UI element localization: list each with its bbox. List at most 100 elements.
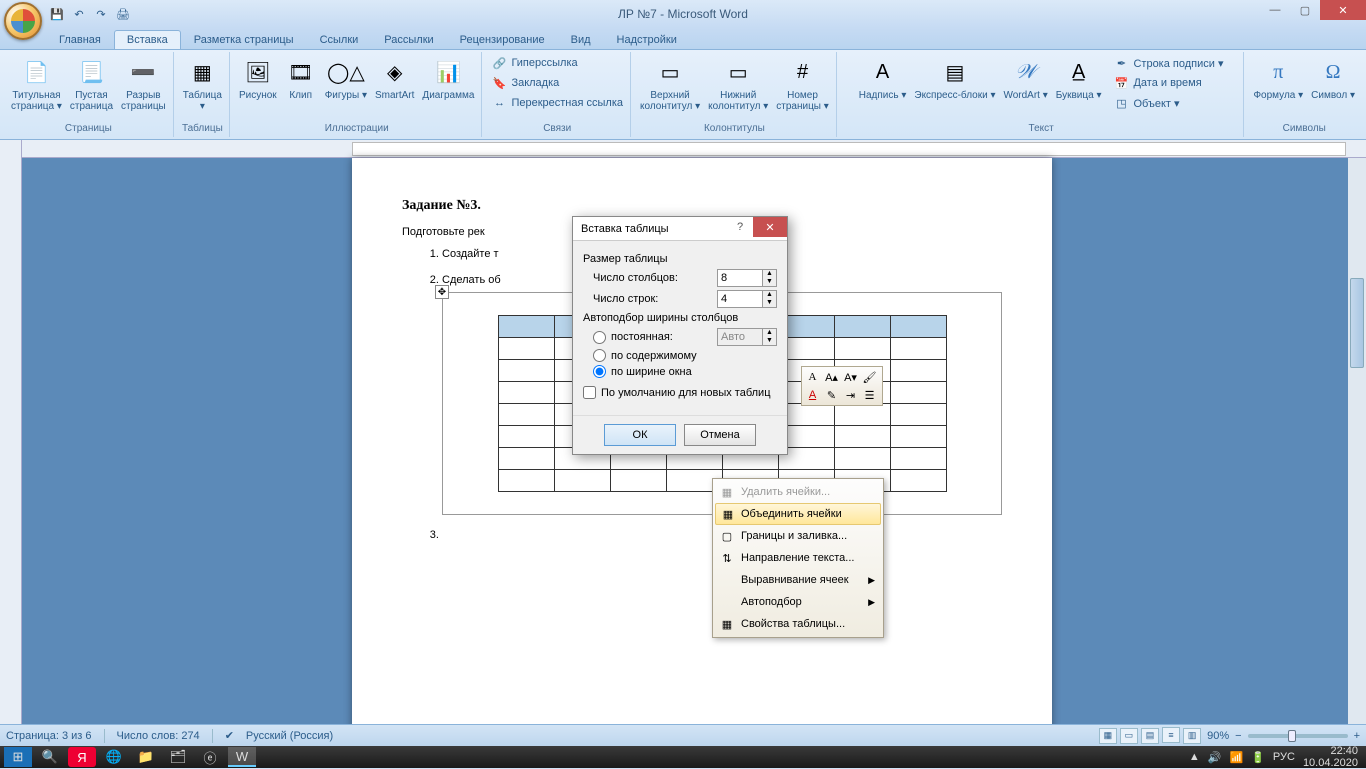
scrollbar-thumb[interactable] xyxy=(1350,278,1364,368)
font-icon[interactable]: A xyxy=(804,369,821,385)
ok-button[interactable]: ОК xyxy=(604,424,676,446)
ctx-text-direction[interactable]: ⇅Направление текста... xyxy=(715,547,881,569)
print-layout-icon[interactable]: ▦ xyxy=(1099,728,1117,744)
zoom-slider[interactable] xyxy=(1248,734,1348,738)
columns-spinner[interactable]: ▲▼ xyxy=(717,269,777,287)
ctx-merge-cells[interactable]: ▦Объединить ячейки xyxy=(715,503,881,525)
wordart-button[interactable]: 𝒲WordArt ▾ xyxy=(1000,54,1050,103)
table-button[interactable]: ▦Таблица ▾ xyxy=(180,54,225,114)
zoom-level[interactable]: 90% xyxy=(1207,730,1229,742)
radio-content-input[interactable] xyxy=(593,349,606,362)
spin-up-icon[interactable]: ▲ xyxy=(762,270,776,278)
ie-icon[interactable]: ⓔ xyxy=(196,747,224,767)
radio-window-input[interactable] xyxy=(593,365,606,378)
zoom-in-icon[interactable]: + xyxy=(1354,730,1360,742)
smartart-button[interactable]: ◈SmartArt xyxy=(372,54,417,103)
save-icon[interactable]: 💾 xyxy=(48,5,66,23)
radio-content[interactable]: по содержимому xyxy=(593,349,777,362)
dialog-help-button[interactable]: ? xyxy=(727,217,753,237)
picture-button[interactable]: 🖼Рисунок xyxy=(236,54,280,103)
vertical-scrollbar[interactable] xyxy=(1348,158,1366,746)
indent-icon[interactable]: ⇥ xyxy=(842,387,859,403)
language-indicator[interactable]: РУС xyxy=(1273,751,1295,763)
footer-button[interactable]: ▭Нижний колонтитул ▾ xyxy=(705,54,771,114)
word-taskbar-icon[interactable]: W xyxy=(228,747,256,767)
search-button[interactable]: 🔍 xyxy=(36,747,64,767)
spin-down-icon[interactable]: ▼ xyxy=(762,299,776,307)
highlight-icon[interactable]: ✎ xyxy=(823,387,840,403)
draft-icon[interactable]: ▥ xyxy=(1183,728,1201,744)
spellcheck-icon[interactable]: ✔ xyxy=(225,729,234,742)
quickparts-button[interactable]: ▤Экспресс-блоки ▾ xyxy=(911,54,998,103)
outline-icon[interactable]: ≡ xyxy=(1162,727,1180,743)
blank-page-button[interactable]: 📃Пустая страница xyxy=(67,54,116,114)
web-layout-icon[interactable]: ▤ xyxy=(1141,728,1159,744)
signature-button[interactable]: ✒Строка подписи ▾ xyxy=(1110,54,1226,72)
rows-input[interactable] xyxy=(718,293,762,305)
cancel-button[interactable]: Отмена xyxy=(684,424,756,446)
hyperlink-button[interactable]: 🔗Гиперссылка xyxy=(488,54,580,72)
maximize-button[interactable]: ▢ xyxy=(1290,0,1320,20)
remember-check[interactable]: По умолчанию для новых таблиц xyxy=(583,386,777,399)
battery-icon[interactable]: 🔋 xyxy=(1251,751,1265,764)
ctx-borders[interactable]: ▢Границы и заливка... xyxy=(715,525,881,547)
chrome-icon[interactable]: 🌐 xyxy=(100,747,128,767)
tab-review[interactable]: Рецензирование xyxy=(447,30,558,49)
office-button[interactable] xyxy=(4,2,42,40)
vertical-ruler[interactable] xyxy=(0,140,22,746)
datetime-button[interactable]: 📅Дата и время xyxy=(1110,74,1226,92)
page-break-button[interactable]: ➖Разрыв страницы xyxy=(118,54,169,114)
format-painter-icon[interactable]: 🖌 xyxy=(861,369,878,385)
close-button[interactable]: ✕ xyxy=(1320,0,1366,20)
tab-layout[interactable]: Разметка страницы xyxy=(181,30,307,49)
zoom-out-icon[interactable]: − xyxy=(1235,730,1241,742)
crossref-button[interactable]: ↔Перекрестная ссылка xyxy=(488,94,626,112)
equation-button[interactable]: πФормула ▾ xyxy=(1250,54,1306,103)
spin-down-icon[interactable]: ▼ xyxy=(762,278,776,286)
pagenum-button[interactable]: #Номер страницы ▾ xyxy=(773,54,832,114)
grow-font-icon[interactable]: A▴ xyxy=(823,369,840,385)
start-button[interactable]: ⊞ xyxy=(4,747,32,767)
redo-icon[interactable]: ↷ xyxy=(92,5,110,23)
ctx-table-props[interactable]: ▦Свойства таблицы... xyxy=(715,613,881,635)
rows-spinner[interactable]: ▲▼ xyxy=(717,290,777,308)
tab-home[interactable]: Главная xyxy=(46,30,114,49)
symbol-button[interactable]: ΩСимвол ▾ xyxy=(1308,54,1358,103)
radio-window[interactable]: по ширине окна xyxy=(593,365,777,378)
horizontal-ruler[interactable] xyxy=(22,140,1366,158)
dialog-title-bar[interactable]: Вставка таблицы ? ✕ xyxy=(573,217,787,241)
bookmark-button[interactable]: 🔖Закладка xyxy=(488,74,562,92)
ctx-cell-align[interactable]: Выравнивание ячеек▶ xyxy=(715,569,881,591)
remember-checkbox[interactable] xyxy=(583,386,596,399)
shrink-font-icon[interactable]: A▾ xyxy=(842,369,859,385)
volume-icon[interactable]: 🔊 xyxy=(1208,751,1222,764)
cover-page-button[interactable]: 📄Титульная страница ▾ xyxy=(8,54,65,114)
radio-fixed-input[interactable] xyxy=(593,331,606,344)
ctx-delete-cells[interactable]: ▦Удалить ячейки... xyxy=(715,481,881,503)
undo-icon[interactable]: ↶ xyxy=(70,5,88,23)
bullets-icon[interactable]: ☰ xyxy=(861,387,878,403)
tab-view[interactable]: Вид xyxy=(558,30,604,49)
columns-input[interactable] xyxy=(718,272,762,284)
ctx-autofit[interactable]: Автоподбор▶ xyxy=(715,591,881,613)
tab-references[interactable]: Ссылки xyxy=(307,30,372,49)
clock[interactable]: 22:40 10.04.2020 xyxy=(1303,745,1362,769)
word-count[interactable]: Число слов: 274 xyxy=(117,730,200,742)
zoom-thumb[interactable] xyxy=(1288,730,1296,742)
shapes-button[interactable]: ◯△Фигуры ▾ xyxy=(322,54,370,103)
network-icon[interactable]: 📶 xyxy=(1230,751,1244,764)
page-status[interactable]: Страница: 3 из 6 xyxy=(6,730,92,742)
tab-addins[interactable]: Надстройки xyxy=(604,30,690,49)
font-color-icon[interactable]: A xyxy=(804,387,821,403)
tray-up-icon[interactable]: ▲ xyxy=(1189,751,1200,763)
print-icon[interactable]: 🖨 xyxy=(114,5,132,23)
language-status[interactable]: Русский (Россия) xyxy=(246,730,333,742)
explorer-icon[interactable]: 🗂 xyxy=(164,747,192,767)
fullscreen-icon[interactable]: ▭ xyxy=(1120,728,1138,744)
spin-up-icon[interactable]: ▲ xyxy=(762,291,776,299)
folder-icon[interactable]: 📁 xyxy=(132,747,160,767)
table-move-handle[interactable]: ✥ xyxy=(435,285,449,299)
radio-fixed[interactable]: постоянная: ▲▼ xyxy=(593,328,777,346)
tab-insert[interactable]: Вставка xyxy=(114,30,181,49)
dropcap-button[interactable]: A̲Буквица ▾ xyxy=(1053,54,1105,103)
